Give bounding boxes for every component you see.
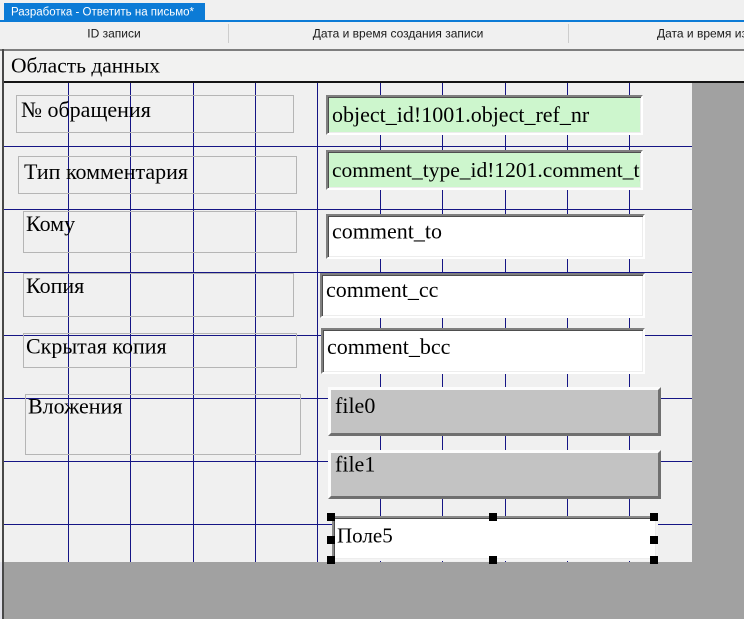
svg-text:Вложения: Вложения xyxy=(28,394,122,419)
svg-text:object_id!1001.object_ref_nr: object_id!1001.object_ref_nr xyxy=(332,102,590,127)
svg-text:Область данных: Область данных xyxy=(11,54,160,78)
svg-text:Разработка - Ответить на письм: Разработка - Ответить на письмо* xyxy=(11,7,195,19)
svg-text:ID записи: ID записи xyxy=(87,27,140,41)
svg-text:file1: file1 xyxy=(335,452,375,477)
svg-text:comment_to: comment_to xyxy=(332,219,442,244)
svg-text:comment_cc: comment_cc xyxy=(326,277,439,302)
svg-text:file0: file0 xyxy=(335,393,375,418)
svg-text:Дата и время из: Дата и время из xyxy=(657,27,744,41)
svg-text:Поле5: Поле5 xyxy=(337,524,393,548)
svg-text:Копия: Копия xyxy=(26,273,84,298)
svg-text:Дата и время создания записи: Дата и время создания записи xyxy=(313,27,484,41)
svg-text:Тип комментария: Тип комментария xyxy=(24,159,188,184)
svg-text:comment_type_id!1201.comment_t: comment_type_id!1201.comment_type xyxy=(332,158,671,182)
svg-text:№ обращения: № обращения xyxy=(21,97,151,122)
svg-text:Скрытая копия: Скрытая копия xyxy=(26,334,167,359)
svg-text:comment_bcc: comment_bcc xyxy=(327,334,451,359)
svg-text:Кому: Кому xyxy=(26,211,75,236)
